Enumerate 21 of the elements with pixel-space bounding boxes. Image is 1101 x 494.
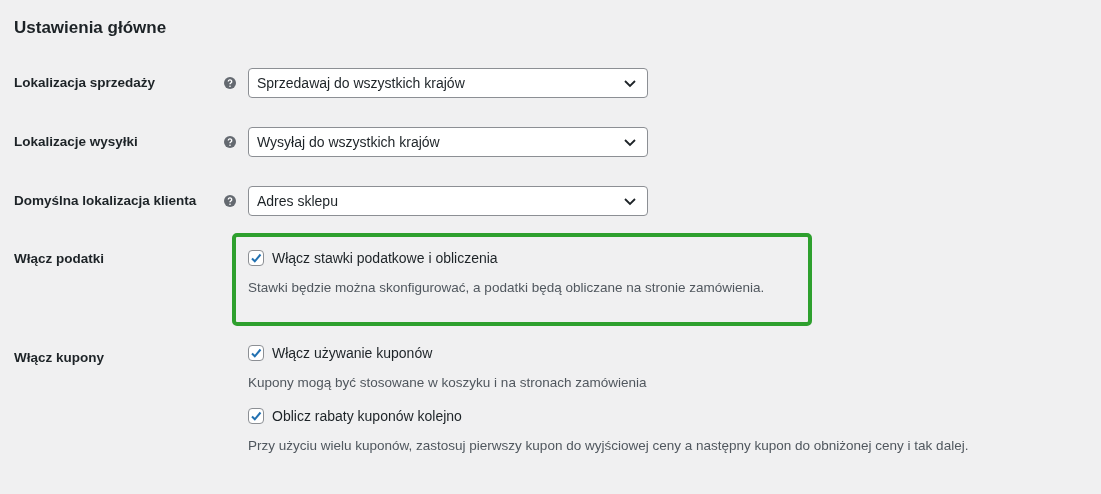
- dropdown-select[interactable]: Wysyłaj do wszystkich krajów: [248, 127, 648, 157]
- checkbox[interactable]: [248, 408, 264, 424]
- dropdown-select[interactable]: Sprzedawaj do wszystkich krajów: [248, 68, 648, 98]
- checkbox-option[interactable]: Włącz stawki podatkowe i obliczenia: [248, 249, 796, 267]
- field-label: Lokalizacja sprzedaży: [14, 74, 157, 92]
- option-description: Kupony mogą być stosowane w koszyku i na stronach zamówienia: [248, 374, 648, 392]
- checkbox[interactable]: [248, 345, 264, 361]
- checkbox[interactable]: [248, 250, 264, 266]
- checkbox-option[interactable]: Oblicz rabaty kuponów kolejno: [248, 407, 969, 425]
- field-label: Lokalizacje wysyłki: [14, 133, 139, 151]
- field-label: Włącz podatki: [14, 250, 105, 268]
- option-description: Stawki będzie można skonfigurować, a podatki będą obliczane na stronie zamówienia.: [248, 279, 766, 297]
- checkbox-option[interactable]: Włącz używanie kuponów: [248, 344, 969, 362]
- field-label: Włącz kupony: [14, 349, 105, 367]
- help-icon[interactable]: [224, 195, 236, 207]
- help-icon[interactable]: [224, 136, 236, 148]
- field-label: Domyślna lokalizacja klienta: [14, 192, 198, 210]
- section-heading: Ustawienia główne: [14, 17, 168, 39]
- dropdown-select[interactable]: Adres sklepu: [248, 186, 648, 216]
- option-description: Przy użyciu wielu kuponów, zastosuj pierwszy kupon do wyjściowej ceny a następny kupon do obniżonej ceny i tak dalej.: [248, 437, 969, 455]
- help-icon[interactable]: [224, 77, 236, 89]
